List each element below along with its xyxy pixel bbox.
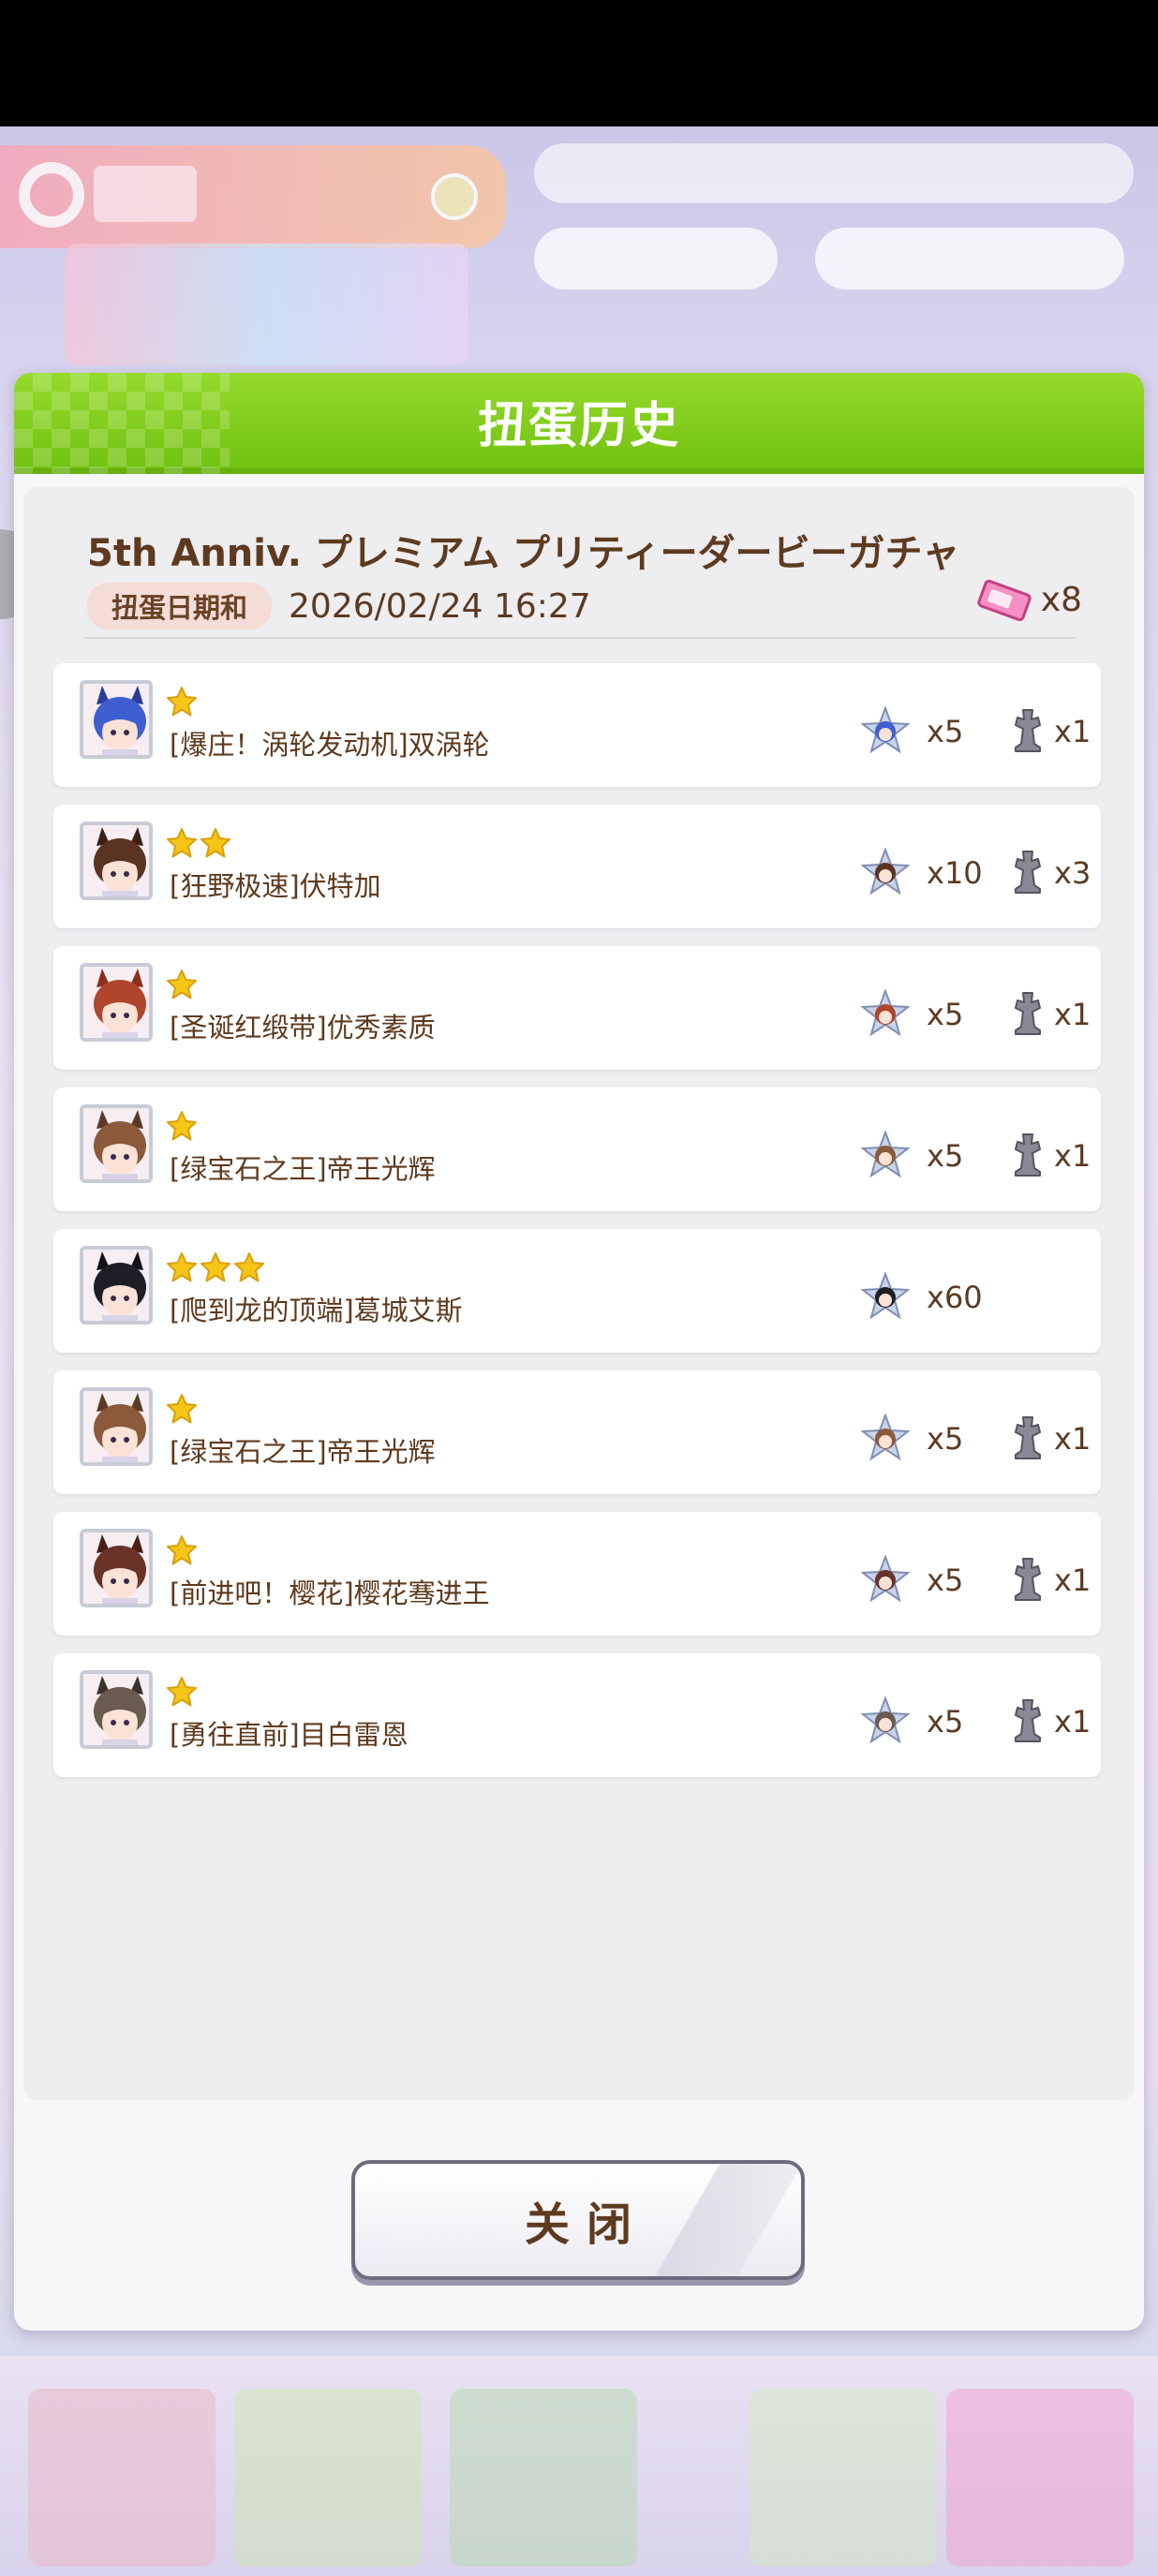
statue-icon <box>1015 709 1041 752</box>
character-avatar <box>80 1670 153 1749</box>
rarity-stars <box>166 1110 198 1144</box>
rarity-star-icon <box>200 1252 230 1282</box>
rarity-stars <box>166 1393 198 1427</box>
date-value: 2026/02/24 16:27 <box>289 586 591 626</box>
character-name: [爬到龙的顶端]葛城艾斯 <box>170 1295 463 1326</box>
background-currency-bar <box>534 143 1134 203</box>
gacha-result-row[interactable]: [绿宝石之王]帝王光辉 x5 x1 <box>53 1088 1101 1211</box>
character-avatar <box>80 1104 153 1183</box>
statue-icon <box>1015 992 1041 1035</box>
statue-count: x1 <box>1054 1138 1091 1174</box>
dialog-title: 扭蛋历史 <box>477 397 680 454</box>
character-piece-icon <box>861 989 910 1037</box>
piece-count: x5 <box>927 997 964 1032</box>
character-piece-icon <box>861 848 910 896</box>
character-avatar <box>80 1529 153 1607</box>
rarity-star-icon <box>167 1394 197 1424</box>
rarity-star-icon <box>167 970 197 999</box>
gacha-history-dialog: 扭蛋历史 5th Anniv. プレミアム プリティーダービーガチャ 扭蛋日期和… <box>14 373 1144 2331</box>
gacha-icon <box>19 162 84 228</box>
rarity-star-icon <box>234 1252 264 1282</box>
gacha-result-row[interactable]: [绿宝石之王]帝王光辉 x5 x1 <box>53 1370 1101 1494</box>
history-panel: 5th Anniv. プレミアム プリティーダービーガチャ 扭蛋日期和 2026… <box>23 487 1135 2100</box>
character-name: [绿宝石之王]帝王光辉 <box>170 1153 436 1185</box>
background-pill-button <box>815 228 1124 289</box>
gacha-result-row[interactable]: [前进吧！樱花]樱花骞进王 x5 x1 <box>53 1512 1101 1636</box>
character-avatar <box>80 963 153 1042</box>
statue-count: x1 <box>1054 1421 1091 1457</box>
rarity-star-icon <box>167 1677 197 1707</box>
statue-count: x3 <box>1054 855 1091 891</box>
piece-count: x5 <box>927 714 964 749</box>
dialog-header: 扭蛋历史 <box>14 373 1144 474</box>
statue-count: x1 <box>1054 997 1091 1032</box>
character-piece-icon <box>861 1272 910 1320</box>
character-name: [圣诞红缎带]优秀素质 <box>170 1012 436 1044</box>
rarity-star-icon <box>200 828 230 858</box>
statue-icon <box>1015 1558 1041 1601</box>
piece-count: x5 <box>927 1562 964 1598</box>
piece-count: x60 <box>927 1280 983 1315</box>
character-name: [绿宝石之王]帝王光辉 <box>170 1436 436 1468</box>
rarity-star-icon <box>167 1111 197 1141</box>
ticket-summary: x8 <box>977 579 1082 621</box>
ticket-count: x8 <box>1040 581 1082 619</box>
gacha-result-row[interactable]: [爆庄！涡轮发动机]双涡轮 x5 x1 <box>53 663 1101 787</box>
divider <box>83 637 1076 639</box>
character-avatar <box>80 822 153 900</box>
character-name: [狂野极速]伏特加 <box>170 870 381 902</box>
piece-count: x10 <box>927 855 983 891</box>
statue-count: x1 <box>1054 714 1091 749</box>
character-piece-icon <box>861 1131 910 1178</box>
date-label: 扭蛋日期和 <box>87 583 273 629</box>
rarity-star-icon <box>167 687 197 717</box>
character-piece-icon <box>861 1696 910 1744</box>
statue-icon <box>1015 1699 1041 1742</box>
piece-count: x5 <box>927 1138 964 1174</box>
character-name: [前进吧！樱花]樱花骞进王 <box>170 1577 490 1609</box>
character-avatar <box>80 680 153 759</box>
gacha-result-row[interactable]: [爬到龙的顶端]葛城艾斯 x60 <box>53 1229 1101 1353</box>
character-name: [爆庄！涡轮发动机]双涡轮 <box>170 729 490 761</box>
statue-icon <box>1015 1416 1041 1459</box>
rarity-star-icon <box>167 1252 197 1282</box>
rarity-stars <box>166 1251 265 1285</box>
info-icon <box>431 173 478 220</box>
statue-count: x1 <box>1054 1704 1091 1740</box>
background-banner <box>66 244 468 365</box>
status-bar <box>0 0 1158 126</box>
background-pill-button <box>534 228 778 289</box>
character-name: [勇往直前]目白雷恩 <box>170 1719 408 1751</box>
character-avatar <box>80 1387 153 1466</box>
gacha-result-row[interactable]: [狂野极速]伏特加 x10 x3 <box>53 805 1101 928</box>
rarity-stars <box>166 827 231 861</box>
rarity-star-icon <box>167 828 197 858</box>
background-gacha-header <box>0 145 506 248</box>
gacha-result-row[interactable]: [圣诞红缎带]优秀素质 x5 x1 <box>53 946 1101 1070</box>
character-piece-icon <box>861 1555 910 1603</box>
gacha-ticket-icon <box>977 579 1032 621</box>
piece-count: x5 <box>927 1704 964 1740</box>
piece-count: x5 <box>927 1421 964 1457</box>
rarity-stars <box>166 1676 198 1710</box>
statue-icon <box>1015 851 1041 894</box>
gacha-result-row[interactable]: [勇往直前]目白雷恩 x5 x1 <box>53 1653 1101 1777</box>
character-piece-icon <box>861 706 910 754</box>
statue-count: x1 <box>1054 1562 1091 1598</box>
rarity-stars <box>166 969 198 1002</box>
close-button-label: 关闭 <box>524 2198 648 2251</box>
character-avatar <box>80 1246 153 1325</box>
statue-icon <box>1015 1133 1041 1177</box>
rarity-star-icon <box>167 1535 197 1565</box>
character-piece-icon <box>861 1414 910 1461</box>
gacha-name: 5th Anniv. プレミアム プリティーダービーガチャ <box>87 532 960 575</box>
date-row: 扭蛋日期和 2026/02/24 16:27 <box>87 583 591 629</box>
rarity-stars <box>166 1534 198 1568</box>
rarity-stars <box>166 686 198 719</box>
background-bottom-menu <box>0 2356 1158 2576</box>
close-button[interactable]: 关闭 <box>351 2160 805 2280</box>
